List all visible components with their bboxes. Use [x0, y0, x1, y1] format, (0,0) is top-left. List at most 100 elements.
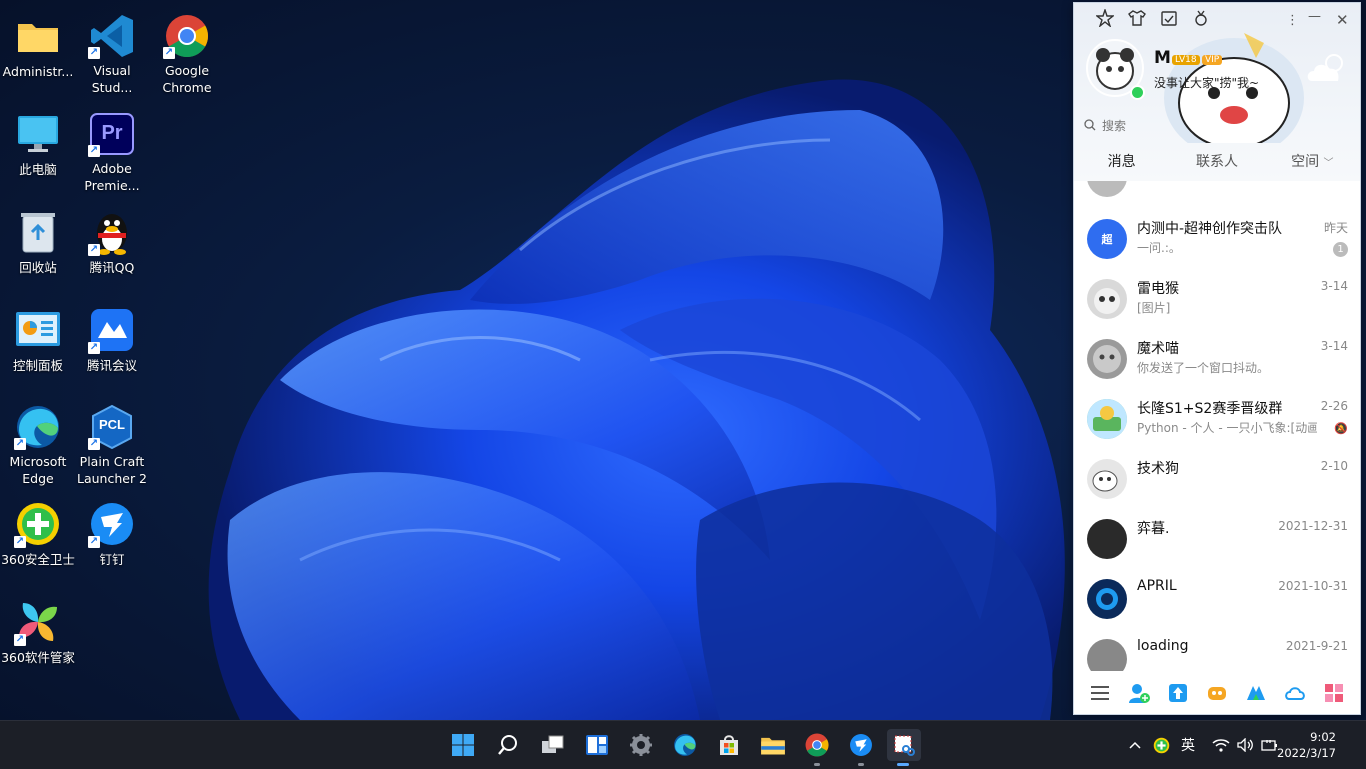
conversation-avatar [1087, 399, 1127, 439]
system-clock[interactable]: 9:02 2022/3/17 [1277, 729, 1336, 761]
shortcut-arrow-icon: ↗ [88, 145, 100, 157]
desktop-icon-google-chrome[interactable]: ↗ Google Chrome [149, 6, 225, 96]
desktop-icon-label: 腾讯会议 [86, 358, 137, 373]
shortcut-arrow-icon: ↗ [88, 244, 100, 256]
edge-icon: ↗ [14, 403, 62, 450]
desktop-icon-dingtalk[interactable]: ↗ 钉钉 [74, 494, 150, 584]
ime-indicator[interactable]: 英 [1181, 721, 1195, 769]
tray-360-safe[interactable] [1153, 721, 1170, 769]
desktop-icon-tencent-meeting[interactable]: ↗ 腾讯会议 [74, 300, 150, 390]
conversation-time: 3-14 [1320, 279, 1348, 293]
shirt-icon[interactable] [1128, 9, 1146, 27]
search-box[interactable]: 搜索 [1084, 115, 1264, 135]
start-button[interactable] [447, 729, 479, 761]
conversation-name: 雷电猴 [1137, 281, 1179, 297]
main-menu-icon[interactable] [1089, 682, 1111, 704]
weather-cloud-icon[interactable] [1304, 51, 1352, 89]
weiyun-cloud-icon[interactable] [1284, 682, 1306, 704]
star-app-icon[interactable] [1095, 7, 1115, 29]
taskbar-file-explorer[interactable] [757, 729, 789, 761]
volume-icon[interactable] [1237, 721, 1255, 769]
tab-qzone[interactable]: 空间 ﹀ [1265, 145, 1360, 181]
list-item[interactable] [1074, 181, 1360, 207]
desktop-icon-visual-studio[interactable]: ↗ Visual Stud... [74, 6, 150, 96]
qq-signature[interactable]: 没事让大家"捞"我~ [1154, 74, 1259, 91]
taskbar-store[interactable] [713, 729, 745, 761]
vscode-icon: ↗ [88, 12, 136, 59]
desktop-icon-plain-craft-launcher[interactable]: PCL ↗ Plain Craft Launcher 2 [74, 397, 150, 487]
list-item[interactable]: 超 内测中-超神创作突击队 一问.:。 昨天 1 [1074, 209, 1360, 269]
tencent-games-icon[interactable] [1245, 682, 1267, 704]
taskbar-dingtalk[interactable] [845, 729, 877, 766]
dingtalk-icon [850, 734, 872, 756]
online-status-indicator[interactable] [1130, 85, 1145, 100]
list-item[interactable]: 雷电猴 [图片] 3-14 [1074, 269, 1360, 329]
qq-profile-header: ⋮ — ✕ M LV18 VIP 没事让大家"捞"我~ 搜索 消息 联系人 空间… [1074, 3, 1360, 181]
active-indicator [897, 763, 909, 766]
more-menu-icon[interactable]: ⋮ [1286, 13, 1299, 28]
desktop-icon-adobe-premiere[interactable]: Pr ↗ Adobe Premie... [74, 104, 150, 194]
wifi-icon[interactable] [1212, 721, 1230, 769]
desktop-icon-microsoft-edge[interactable]: ↗ Microsoft Edge [0, 397, 76, 487]
conversation-list[interactable]: 超 内测中-超神创作突击队 一问.:。 昨天 1 雷电猴 [图片] 3-14 魔… [1074, 181, 1360, 671]
game-center-icon[interactable] [1206, 682, 1228, 704]
desktop-icon-360-safe[interactable]: ↗ 360安全卫士 [0, 494, 76, 584]
search-icon [1084, 119, 1096, 131]
tab-contacts[interactable]: 联系人 [1169, 145, 1264, 181]
folder-icon [761, 737, 785, 755]
list-item[interactable]: 技术狗 2-10 [1074, 449, 1360, 509]
desktop-icon-label: Plain Craft Launcher 2 [76, 454, 148, 486]
desktop-icon-label: Administr... [2, 64, 74, 79]
tab-messages[interactable]: 消息 [1074, 145, 1169, 181]
desktop-icon-this-pc[interactable]: 此电脑 [0, 104, 76, 194]
show-hidden-icons-button[interactable] [1128, 721, 1142, 769]
close-icon[interactable]: ✕ [1336, 11, 1349, 29]
desktop-icon-label: 360安全卫士 [1, 552, 75, 567]
desktop-icon-administrator[interactable]: Administr... [0, 6, 76, 96]
conversation-avatar [1087, 579, 1127, 619]
mute-bell-icon: 🔕 [1334, 422, 1348, 435]
premiere-icon: Pr ↗ [88, 110, 136, 157]
taskbar-snipping-tool[interactable] [887, 729, 921, 766]
widgets-button[interactable] [581, 729, 613, 761]
taskbar-chrome[interactable] [801, 729, 833, 766]
list-item[interactable]: 弈暮. 2021-12-31 [1074, 509, 1360, 569]
conversation-name: 长隆S1+S2赛季晋级群 [1137, 401, 1283, 417]
tencent-meeting-icon: ↗ [88, 306, 136, 354]
list-item[interactable]: loading 2021-9-21 [1074, 629, 1360, 671]
desktop-icon-control-panel[interactable]: 控制面板 [0, 300, 76, 390]
desktop-icon-recycle-bin[interactable]: 回收站 [0, 202, 76, 292]
windows-logo-icon [452, 734, 474, 756]
conversation-avatar: 超 [1087, 219, 1127, 259]
desktop-icon-label: 360软件管家 [1, 650, 75, 665]
shortcut-arrow-icon: ↗ [163, 47, 175, 59]
clock-date: 2022/3/17 [1277, 746, 1336, 760]
conversation-name: 魔术喵 [1137, 341, 1179, 357]
add-contact-icon[interactable] [1128, 682, 1150, 704]
conversation-name: 技术狗 [1137, 461, 1179, 477]
level-badge: LV18 [1172, 55, 1200, 65]
app-manager-icon[interactable] [1323, 682, 1345, 704]
vip-badge: VIP [1202, 55, 1223, 65]
desktop-icon-label: 钉钉 [99, 552, 125, 567]
gear-icon [630, 734, 652, 756]
task-view-button[interactable] [537, 729, 569, 761]
medal-icon[interactable] [1192, 9, 1210, 27]
clock-time: 9:02 [1310, 730, 1336, 744]
taskbar-settings[interactable] [625, 729, 657, 761]
search-button[interactable] [492, 729, 524, 761]
desktop-icon-label: Adobe Premie... [84, 161, 140, 193]
taskbar-edge[interactable] [669, 729, 701, 761]
minimize-icon[interactable]: — [1308, 9, 1321, 24]
list-item[interactable]: 魔术喵 你发送了一个窗口抖动。 3-14 [1074, 329, 1360, 389]
conversation-time: 2021-12-31 [1278, 519, 1348, 533]
list-item[interactable]: APRIL 2021-10-31 [1074, 569, 1360, 629]
desktop-icon-tencent-qq[interactable]: ↗ 腾讯QQ [74, 202, 150, 292]
desktop-icon-label: 腾讯QQ [89, 260, 135, 275]
file-transfer-icon[interactable] [1167, 682, 1189, 704]
list-item[interactable]: 长隆S1+S2赛季晋级群 Python - 个人 - 一只小飞象:[动画 2-2… [1074, 389, 1360, 449]
this-pc-icon [14, 110, 62, 158]
checklist-icon[interactable] [1160, 9, 1178, 27]
qq-tab-bar: 消息 联系人 空间 ﹀ [1074, 145, 1360, 181]
desktop-icon-360-software-manager[interactable]: ↗ 360软件管家 [0, 592, 76, 682]
